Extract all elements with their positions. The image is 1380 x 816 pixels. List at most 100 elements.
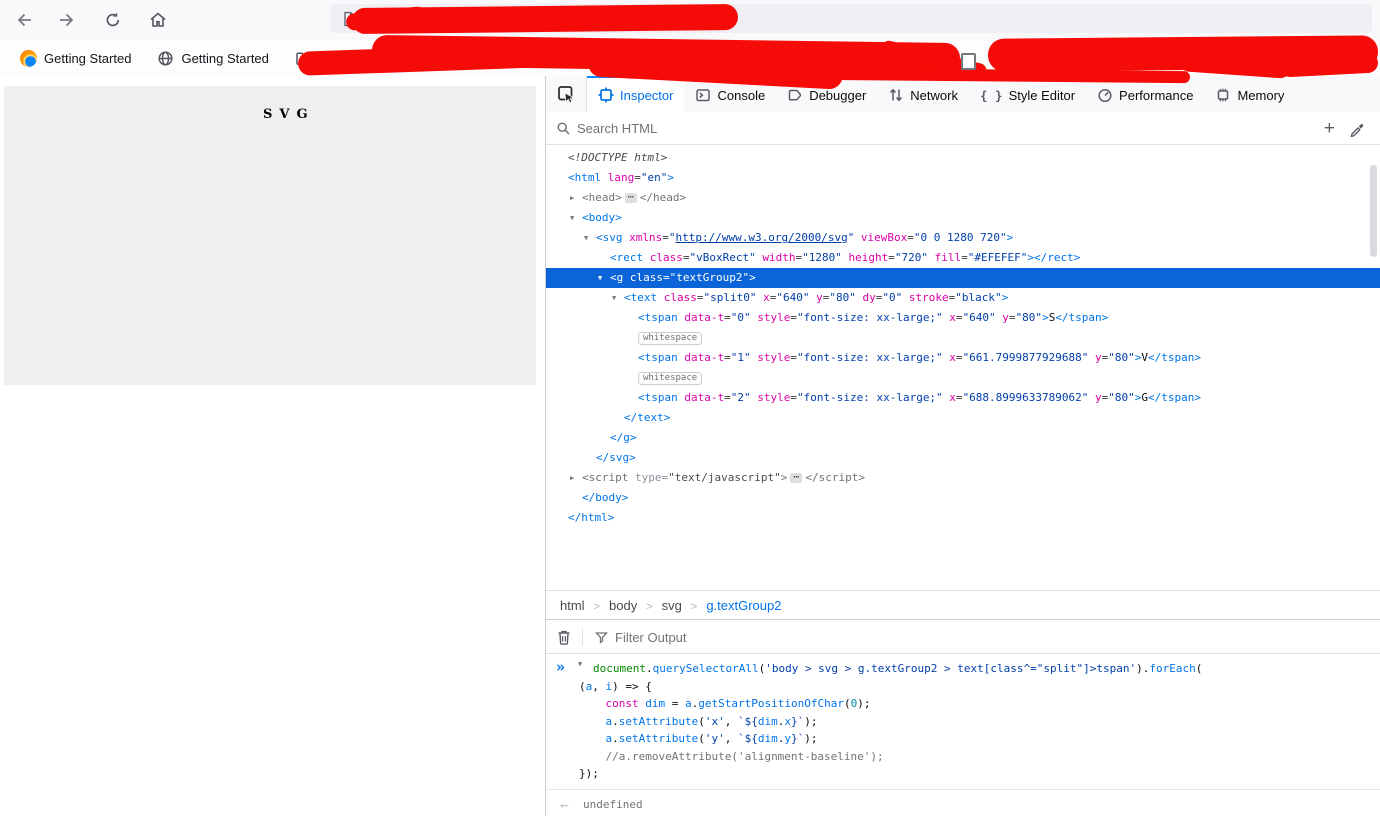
forward-button[interactable]	[53, 7, 79, 33]
code-token: style	[750, 391, 791, 404]
tab-label: Network	[910, 87, 958, 103]
bookmark-getting-started-1[interactable]: Getting Started	[14, 47, 137, 70]
collapse-arrow-icon[interactable]: ▼	[584, 228, 588, 248]
tab-inspector[interactable]: Inspector	[587, 76, 685, 112]
code-token: >	[1001, 291, 1009, 304]
breadcrumb-item[interactable]: html	[558, 598, 587, 613]
code-token: "black"	[955, 291, 1002, 304]
markup-row[interactable]: <tspan data-t="2" style="font-size: xx-l…	[546, 388, 1380, 408]
code-token: </tspan>	[1148, 351, 1202, 364]
console-code-line: //a.removeAttribute('alignment-baseline'…	[579, 748, 1380, 766]
bookmark-getting-started-2[interactable]: Getting Started	[151, 47, 274, 70]
devtools-panel: Inspector Console Debugger Network {} S…	[545, 76, 1380, 816]
markup-row[interactable]: ▼ <text class="split0" x="640" y="80" dy=…	[546, 288, 1380, 308]
code-token: =	[724, 391, 731, 404]
code-token: dim	[757, 714, 778, 728]
code-token: (	[698, 714, 705, 728]
add-rule-button[interactable]: +	[1324, 119, 1335, 138]
tab-label: Performance	[1119, 87, 1194, 103]
console-result-row: ← undefined	[546, 790, 1380, 811]
eyedropper-icon[interactable]	[1349, 120, 1366, 137]
code-token: http://www.w3.org/2000/svg	[675, 231, 848, 244]
reload-button[interactable]	[100, 7, 126, 33]
markup-row[interactable]: </svg>	[546, 448, 1380, 468]
markup-row[interactable]: <!DOCTYPE html>	[546, 148, 1380, 168]
expand-arrow-icon[interactable]: ▶	[570, 188, 574, 208]
tab-style-editor[interactable]: { } Style Editor	[969, 76, 1086, 112]
code-token: x	[784, 714, 791, 728]
code-token: 'y'	[704, 732, 725, 745]
tab-network[interactable]: Network	[877, 76, 969, 112]
collapse-arrow-icon[interactable]: ▼	[570, 208, 574, 228]
code-token: "720"	[894, 251, 928, 264]
markup-row[interactable]: ▶ <head> ⋯ </head>	[546, 188, 1380, 208]
console-input-echo[interactable]: » ▼ document.querySelectorAll('body > sv…	[546, 654, 1380, 790]
markup-row[interactable]: <html lang="en">	[546, 168, 1380, 188]
collapse-arrow-icon[interactable]: ▼	[598, 268, 602, 288]
code-token: data-t	[677, 391, 725, 404]
code-token: fill	[927, 251, 962, 264]
code-token: }`	[790, 732, 805, 745]
home-button[interactable]	[145, 7, 171, 33]
markup-row[interactable]: ▼ <svg xmlns="http://www.w3.org/2000/svg"…	[546, 228, 1380, 248]
markup-scrollbar[interactable]	[1370, 165, 1377, 257]
code-token: </head>	[639, 191, 687, 204]
console-result-value: undefined	[583, 797, 643, 811]
code-token: class	[643, 251, 683, 264]
breadcrumb-item[interactable]: body	[607, 598, 639, 613]
performance-icon	[1097, 87, 1113, 103]
bookmark-folder[interactable]	[289, 47, 320, 70]
url-bar[interactable]	[330, 4, 1372, 33]
code-token: </html>	[568, 511, 615, 524]
collapse-arrow-icon[interactable]: ▼	[578, 660, 582, 668]
markup-row[interactable]: whitespace	[546, 328, 1380, 348]
devtools-tabbar: Inspector Console Debugger Network {} S…	[546, 76, 1380, 113]
code-token: 'x'	[704, 714, 725, 728]
markup-row-selected[interactable]: ▼ <g class="textGroup2">	[546, 268, 1380, 288]
markup-row[interactable]: ▶ <script type="text/javascript"> ⋯ </scrip…	[546, 468, 1380, 488]
code-token: 'body > svg > g.textGroup2 > text[class^…	[765, 662, 1137, 675]
tab-debugger[interactable]: Debugger	[776, 76, 877, 112]
code-token: >	[780, 471, 788, 484]
code-token: >	[749, 271, 756, 284]
breadcrumb-item[interactable]: g.textGroup2	[704, 598, 783, 613]
code-token: "1280"	[802, 251, 842, 264]
breadcrumb-item[interactable]: svg	[660, 598, 684, 613]
tab-memory[interactable]: Memory	[1204, 76, 1295, 112]
markup-row[interactable]: <tspan data-t="0" style="font-size: xx-l…	[546, 308, 1380, 328]
filter-output-input[interactable]: Filter Output	[615, 630, 687, 645]
code-token: width	[755, 251, 796, 264]
markup-row[interactable]: whitespace	[546, 368, 1380, 388]
code-token: <html	[568, 171, 602, 184]
markup-row[interactable]: </body>	[546, 488, 1380, 508]
code-token: x	[942, 351, 956, 364]
search-html-bar[interactable]: Search HTML +	[546, 112, 1380, 145]
collapse-arrow-icon[interactable]: ▼	[612, 288, 616, 308]
markup-row[interactable]: ▼ <body>	[546, 208, 1380, 228]
code-token: <rect	[610, 251, 644, 264]
markup-row[interactable]: </text>	[546, 408, 1380, 428]
code-token: height	[841, 251, 889, 264]
markup-row[interactable]: </g>	[546, 428, 1380, 448]
search-placeholder: Search HTML	[577, 120, 658, 136]
tab-performance[interactable]: Performance	[1086, 76, 1204, 112]
code-token: =	[696, 291, 704, 304]
markup-row[interactable]: </html>	[546, 508, 1380, 528]
markup-row[interactable]: <rect class="vBoxRect" width="1280" heig…	[546, 248, 1380, 268]
code-token: "80"	[1108, 351, 1135, 364]
ellipsis-badge: ⋯	[624, 193, 637, 203]
code-token: "text/javascript"	[668, 471, 781, 484]
code-token: "80"	[1108, 391, 1135, 404]
back-button[interactable]	[12, 7, 38, 33]
expand-arrow-icon[interactable]: ▶	[570, 468, 574, 488]
filter-icon	[595, 631, 608, 644]
markup-row[interactable]: <tspan data-t="1" style="font-size: xx-l…	[546, 348, 1380, 368]
clear-console-icon[interactable]	[556, 629, 572, 646]
code-token: (	[579, 679, 586, 693]
folder-icon	[296, 52, 313, 65]
pick-element-button[interactable]	[546, 76, 587, 112]
tab-console[interactable]: Console	[684, 76, 776, 112]
file-icon	[344, 11, 355, 26]
code-token: ) => {	[612, 679, 652, 693]
